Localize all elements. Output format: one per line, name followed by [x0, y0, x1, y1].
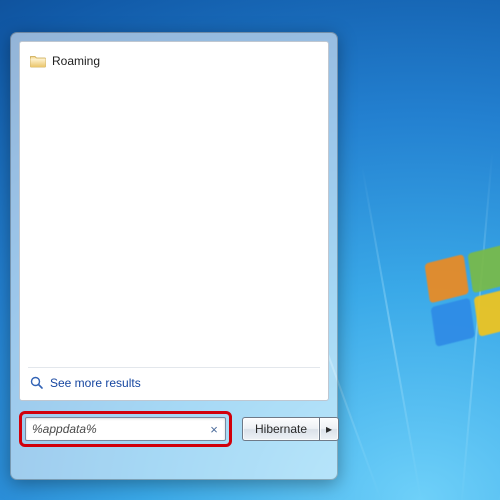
decorative-streak	[361, 165, 422, 500]
power-button-group: Hibernate ▸	[242, 417, 339, 441]
chevron-right-icon: ▸	[326, 422, 332, 436]
search-result-item[interactable]: Roaming	[28, 52, 320, 70]
search-icon	[30, 376, 44, 390]
divider	[28, 367, 320, 368]
start-menu: Roaming See more results ×	[10, 32, 338, 480]
see-more-results-label: See more results	[50, 376, 141, 390]
search-result-label: Roaming	[52, 53, 100, 69]
search-input[interactable]	[26, 418, 205, 440]
windows-logo-icon	[424, 249, 500, 351]
search-results-panel: Roaming See more results	[19, 41, 329, 401]
clear-search-icon[interactable]: ×	[205, 420, 223, 438]
power-menu-button[interactable]: ▸	[319, 417, 339, 441]
see-more-results-link[interactable]: See more results	[28, 374, 320, 392]
folder-icon	[30, 54, 46, 68]
start-menu-bottom-row: × Hibernate ▸	[19, 411, 329, 447]
spacer	[28, 70, 320, 363]
hibernate-button[interactable]: Hibernate	[242, 417, 319, 441]
search-box[interactable]: ×	[25, 417, 226, 441]
desktop-background: Roaming See more results ×	[0, 0, 500, 500]
annotation-highlight: ×	[19, 411, 232, 447]
